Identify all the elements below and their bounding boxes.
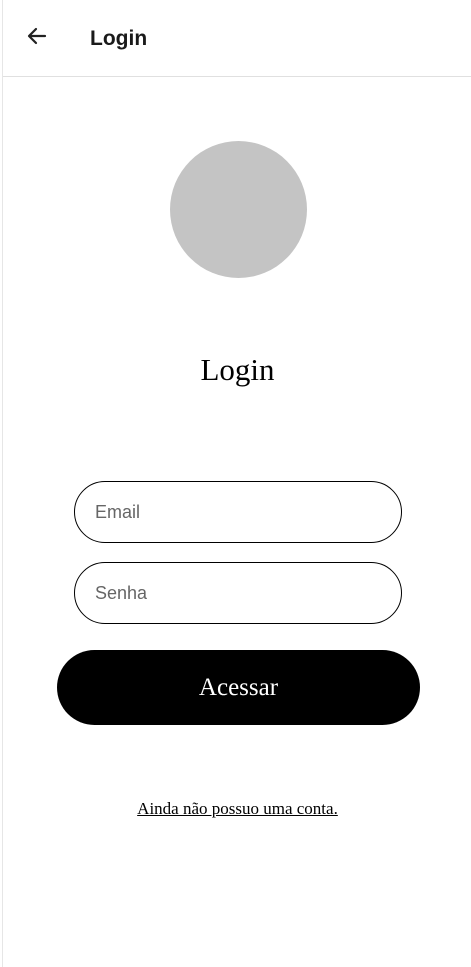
app-header: Login [3,0,471,77]
login-submit-button[interactable]: Acessar [57,650,420,725]
password-field[interactable] [74,562,402,624]
arrow-left-icon [25,24,49,53]
page-title: Login [200,352,275,387]
email-field[interactable] [74,481,402,543]
app-screen: Login Login Acessar Ainda não possuo uma… [2,0,471,967]
header-title: Login [90,27,148,50]
back-button[interactable] [19,20,55,56]
signup-link[interactable]: Ainda não possuo uma conta. [3,799,471,819]
avatar [170,141,307,278]
